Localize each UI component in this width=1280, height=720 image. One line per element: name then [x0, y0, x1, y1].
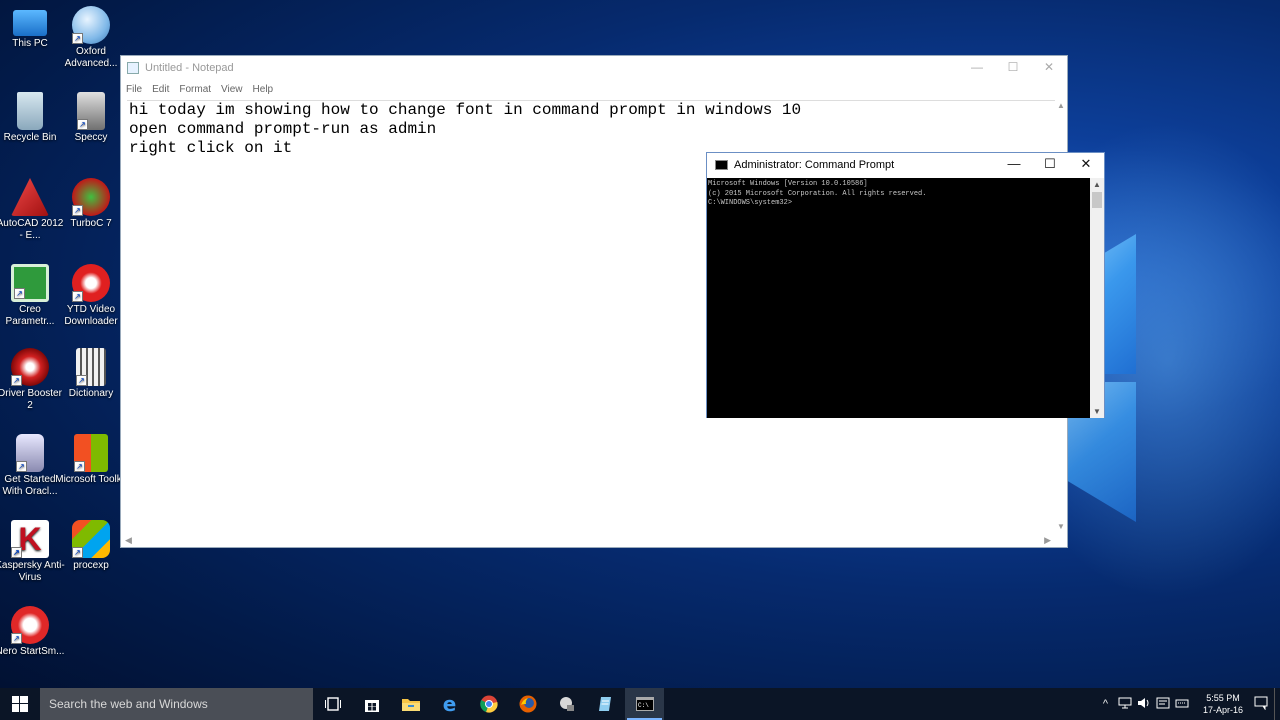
scroll-down-icon[interactable]: ▼	[1093, 407, 1101, 416]
taskbar-clock[interactable]: 5:55 PM 17-Apr-16	[1195, 692, 1251, 716]
scroll-left-icon[interactable]: ◀	[125, 535, 132, 546]
taskbar-store[interactable]	[352, 688, 391, 720]
scroll-up-icon[interactable]: ▲	[1057, 101, 1065, 110]
notepad-title: Untitled - Notepad	[145, 62, 234, 74]
globe-icon: ↗	[72, 6, 110, 44]
autocad-icon	[11, 178, 49, 216]
notepad-window-controls: — ☐ ✕	[959, 56, 1067, 80]
book-icon: ↗	[76, 348, 106, 386]
clock-time: 5:55 PM	[1206, 693, 1240, 703]
maximize-button[interactable]: ☐	[1032, 153, 1068, 177]
taskbar-app-icons: e C:\	[313, 688, 664, 720]
desktop-icon-dictionary[interactable]: ↗ Dictionary	[55, 348, 127, 400]
notepad-horizontal-scrollbar[interactable]: ◀ ▶	[121, 533, 1055, 547]
volume-icon[interactable]	[1134, 697, 1153, 712]
menu-edit[interactable]: Edit	[152, 84, 169, 95]
speccy-icon: ↗	[77, 92, 105, 130]
file-explorer-icon	[401, 699, 420, 711]
cmd-window-controls: — ☐ ✕	[996, 153, 1104, 177]
maximize-button[interactable]: ☐	[995, 56, 1031, 80]
clock-date: 17-Apr-16	[1202, 705, 1244, 715]
network-icon[interactable]	[1115, 697, 1134, 712]
menu-file[interactable]: File	[126, 84, 142, 95]
kaspersky-icon: K ↗	[11, 520, 49, 558]
cmd-icon: C:\	[635, 697, 654, 711]
console-prompt: C:\WINDOWS\system32>	[708, 199, 793, 207]
scroll-right-icon[interactable]: ▶	[1044, 535, 1051, 546]
notifications-icon[interactable]	[1251, 696, 1270, 713]
recycle-bin-icon	[17, 92, 43, 130]
taskbar-cmd[interactable]: C:\	[625, 688, 664, 720]
notepad-icon	[598, 697, 611, 711]
desktop-icon-nero[interactable]: ↗ Nero StartSm...	[0, 606, 66, 658]
language-icon[interactable]	[1153, 697, 1172, 712]
minimize-button[interactable]: —	[996, 153, 1032, 177]
system-tray: ^ 5:55 PM 17-Apr-16	[1096, 688, 1280, 720]
taskbar-app[interactable]	[547, 688, 586, 720]
desktop-icon-procexp[interactable]: ↗ procexp	[55, 520, 127, 572]
procexp-icon: ↗	[72, 520, 110, 558]
desktop-icon-ytd[interactable]: ↗ YTD Video Downloader	[55, 264, 127, 328]
store-icon	[364, 700, 379, 712]
taskbar-notepad[interactable]	[586, 688, 625, 720]
desktop-icon-turboc[interactable]: ↗ TurboC 7	[55, 178, 127, 230]
menu-view[interactable]: View	[221, 84, 243, 95]
menu-format[interactable]: Format	[179, 84, 211, 95]
start-button[interactable]	[0, 688, 40, 720]
taskbar: Search the web and Windows e C:\ ^ 5:55 …	[0, 688, 1280, 720]
taskbar-firefox[interactable]	[508, 688, 547, 720]
console-line: (c) 2015 Microsoft Corporation. All righ…	[708, 189, 927, 198]
creo-icon: ↗	[11, 264, 49, 302]
turboc-icon: ↗	[72, 178, 110, 216]
desktop-icon-speccy[interactable]: ↗ Speccy	[55, 92, 127, 144]
close-button[interactable]: ✕	[1068, 153, 1104, 177]
desktop-icon-oxford[interactable]: ↗ Oxford Advanced...	[55, 6, 127, 70]
show-desktop-button[interactable]	[1274, 688, 1280, 720]
text-line: open command prompt-run as admin	[129, 120, 437, 138]
cmd-title: Administrator: Command Prompt	[734, 159, 895, 171]
windows-start-icon	[12, 696, 28, 712]
notepad-menu-bar: File Edit Format View Help	[121, 80, 1067, 98]
scroll-up-icon[interactable]: ▲	[1093, 180, 1101, 189]
svg-text:C:\: C:\	[638, 702, 649, 709]
cmd-app-icon	[715, 160, 728, 170]
edge-icon: e	[442, 692, 457, 716]
computer-icon	[13, 10, 47, 36]
menu-help[interactable]: Help	[253, 84, 274, 95]
cmd-scrollbar[interactable]: ▲ ▼	[1090, 178, 1104, 418]
cmd-console[interactable]: Microsoft Windows [Version 10.0.10586] (…	[707, 178, 1091, 418]
notepad-title-bar[interactable]: Untitled - Notepad	[121, 56, 1067, 80]
firefox-icon	[519, 695, 536, 713]
taskbar-file-explorer[interactable]	[391, 688, 430, 720]
task-view-icon	[324, 697, 341, 711]
windows-logo-icon: ↗	[74, 434, 108, 472]
app-icon	[559, 697, 574, 711]
taskbar-edge[interactable]: e	[430, 688, 469, 720]
scroll-thumb[interactable]	[1092, 192, 1102, 208]
task-view-button[interactable]	[313, 688, 352, 720]
search-placeholder: Search the web and Windows	[49, 697, 208, 711]
chrome-icon	[479, 695, 498, 713]
nero-icon: ↗	[11, 606, 49, 644]
keyboard-icon[interactable]	[1172, 697, 1191, 712]
scroll-down-icon[interactable]: ▼	[1057, 522, 1065, 531]
download-icon: ↗	[72, 264, 110, 302]
desktop-icon-microsoft-toolkit[interactable]: ↗ Microsoft Toolkit	[55, 434, 127, 486]
cmd-window: Administrator: Command Prompt — ☐ ✕ Micr…	[706, 152, 1105, 418]
notepad-app-icon	[127, 62, 139, 74]
show-hidden-icons-chevron-icon[interactable]: ^	[1096, 698, 1115, 710]
minimize-button[interactable]: —	[959, 56, 995, 80]
taskbar-chrome[interactable]	[469, 688, 508, 720]
close-button[interactable]: ✕	[1031, 56, 1067, 80]
text-line: hi today im showing how to change font i…	[129, 101, 802, 119]
console-line: Microsoft Windows [Version 10.0.10586]	[708, 180, 868, 188]
taskbar-search-box[interactable]: Search the web and Windows	[40, 688, 313, 720]
database-icon: ↗	[16, 434, 44, 472]
gear-icon: ↗	[11, 348, 49, 386]
